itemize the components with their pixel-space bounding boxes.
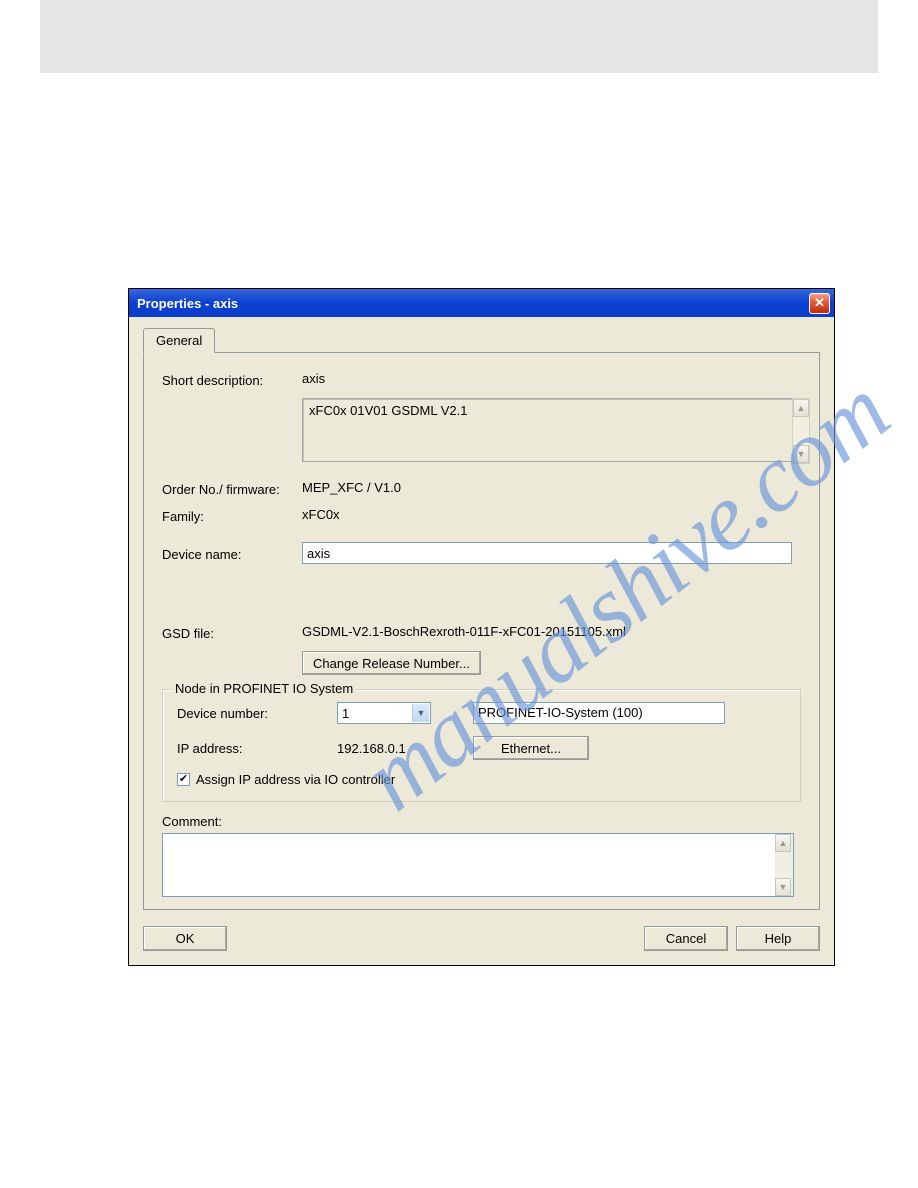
node-fieldset: Node in PROFINET IO System Device number… [162,689,801,802]
page-header-band [40,0,878,73]
change-release-button[interactable]: Change Release Number... [302,651,481,675]
order-value: MEP_XFC / V1.0 [302,480,801,495]
close-icon: ✕ [814,295,825,311]
dialog-client-area: manualshive.com General Short descriptio… [129,317,834,965]
family-value: xFC0x [302,507,801,522]
scroll-up-icon[interactable]: ▲ [793,399,809,417]
scroll-up-icon[interactable]: ▲ [775,834,791,852]
gsd-value: GSDML-V2.1-BoschRexroth-011F-xFC01-20151… [302,624,801,639]
io-system-name: PROFINET-IO-System (100) [473,702,725,724]
device-number-label: Device number: [177,706,337,721]
ok-button[interactable]: OK [143,926,227,951]
scroll-down-icon[interactable]: ▼ [793,445,809,463]
short-description-value: axis [302,371,801,386]
device-name-label: Device name: [162,545,302,562]
details-scrollbar[interactable]: ▲ ▼ [792,398,810,464]
node-legend: Node in PROFINET IO System [171,681,357,696]
comment-textarea[interactable]: ▲ ▼ [162,833,794,897]
assign-ip-label: Assign IP address via IO controller [196,772,395,787]
comment-label: Comment: [162,814,801,829]
ip-address-label: IP address: [177,741,337,756]
dialog-title: Properties - axis [137,296,238,311]
cancel-button[interactable]: Cancel [644,926,728,951]
short-description-label: Short description: [162,371,302,388]
titlebar: Properties - axis ✕ [129,289,834,317]
device-name-input[interactable] [302,542,792,564]
general-panel: Short description: axis xFC0x 01V01 GSDM… [143,352,820,910]
close-button[interactable]: ✕ [809,293,830,314]
chevron-down-icon: ▼ [412,704,429,722]
dialog-button-row: OK Cancel Help [143,926,820,951]
tab-general[interactable]: General [143,328,215,353]
properties-dialog: Properties - axis ✕ manualshive.com Gene… [128,288,835,966]
details-textarea: xFC0x 01V01 GSDML V2.1 ▲ ▼ [302,398,792,462]
order-label: Order No./ firmware: [162,480,302,497]
ethernet-button[interactable]: Ethernet... [473,736,589,760]
tab-strip: General [143,327,820,352]
details-text: xFC0x 01V01 GSDML V2.1 [309,403,467,418]
comment-scrollbar[interactable]: ▲ ▼ [775,834,793,896]
scroll-down-icon[interactable]: ▼ [775,878,791,896]
family-label: Family: [162,507,302,524]
assign-ip-checkbox[interactable]: ✔ [177,773,190,786]
device-number-value: 1 [342,706,349,721]
gsd-label: GSD file: [162,624,302,641]
device-number-dropdown[interactable]: 1 ▼ [337,702,431,724]
ip-address-value: 192.168.0.1 [337,741,431,756]
help-button[interactable]: Help [736,926,820,951]
